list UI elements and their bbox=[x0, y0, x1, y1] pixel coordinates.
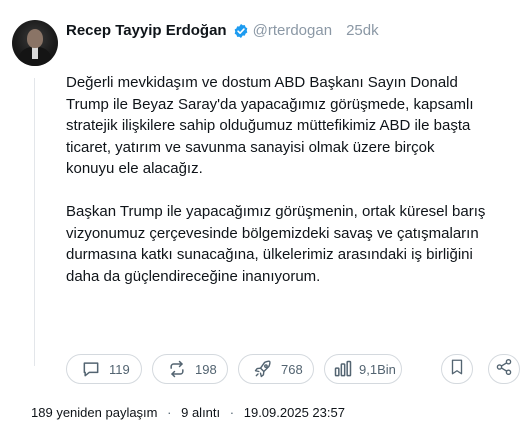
views-icon bbox=[333, 359, 353, 379]
reply-button[interactable]: 119 bbox=[66, 354, 142, 384]
like-count: 768 bbox=[281, 361, 303, 377]
views-count: 9,1Bin bbox=[359, 361, 396, 377]
avatar[interactable] bbox=[12, 20, 58, 66]
bookmark-icon bbox=[448, 358, 466, 381]
views-button[interactable]: 9,1Bin bbox=[324, 354, 402, 384]
thread-line bbox=[34, 78, 35, 366]
share-button[interactable] bbox=[488, 354, 520, 384]
rocket-icon bbox=[253, 359, 273, 379]
quote-total[interactable]: 9 bbox=[181, 405, 188, 420]
tweet-stats-footer: 189 yeniden paylaşım · 9 alıntı · 19.09.… bbox=[31, 405, 345, 420]
verified-badge-icon bbox=[233, 23, 249, 39]
tweet-body: Değerli mevkidaşım ve dostum ABD Başkanı… bbox=[66, 72, 486, 287]
tweet-paragraph: Değerli mevkidaşım ve dostum ABD Başkanı… bbox=[66, 74, 474, 177]
quote-total-label[interactable]: alıntı bbox=[192, 405, 220, 420]
tweet-time[interactable]: 25dk bbox=[346, 22, 379, 39]
tweet-paragraph: Başkan Trump ile yapacağımız görüşmenin,… bbox=[66, 203, 486, 285]
author-name[interactable]: Recep Tayyip Erdoğan bbox=[66, 22, 227, 39]
tweet-datetime: 19.09.2025 23:57 bbox=[243, 405, 345, 420]
avatar-shirt bbox=[32, 47, 38, 59]
repost-count: 198 bbox=[195, 361, 217, 377]
repost-total[interactable]: 189 bbox=[31, 405, 53, 420]
repost-total-label[interactable]: yeniden paylaşım bbox=[56, 405, 157, 420]
share-icon bbox=[495, 358, 513, 381]
separator-dot: · bbox=[229, 405, 235, 420]
like-button[interactable]: 768 bbox=[238, 354, 314, 384]
separator-dot: · bbox=[167, 405, 172, 420]
author-handle[interactable]: @rterdogan bbox=[253, 22, 332, 39]
repost-icon bbox=[167, 359, 187, 379]
tweet-header: Recep Tayyip Erdoğan @rterdogan 25dk bbox=[66, 22, 379, 39]
bookmark-button[interactable] bbox=[441, 354, 473, 384]
reply-icon bbox=[81, 359, 101, 379]
avatar-face bbox=[27, 29, 43, 48]
repost-button[interactable]: 198 bbox=[152, 354, 228, 384]
reply-count: 119 bbox=[109, 361, 130, 377]
